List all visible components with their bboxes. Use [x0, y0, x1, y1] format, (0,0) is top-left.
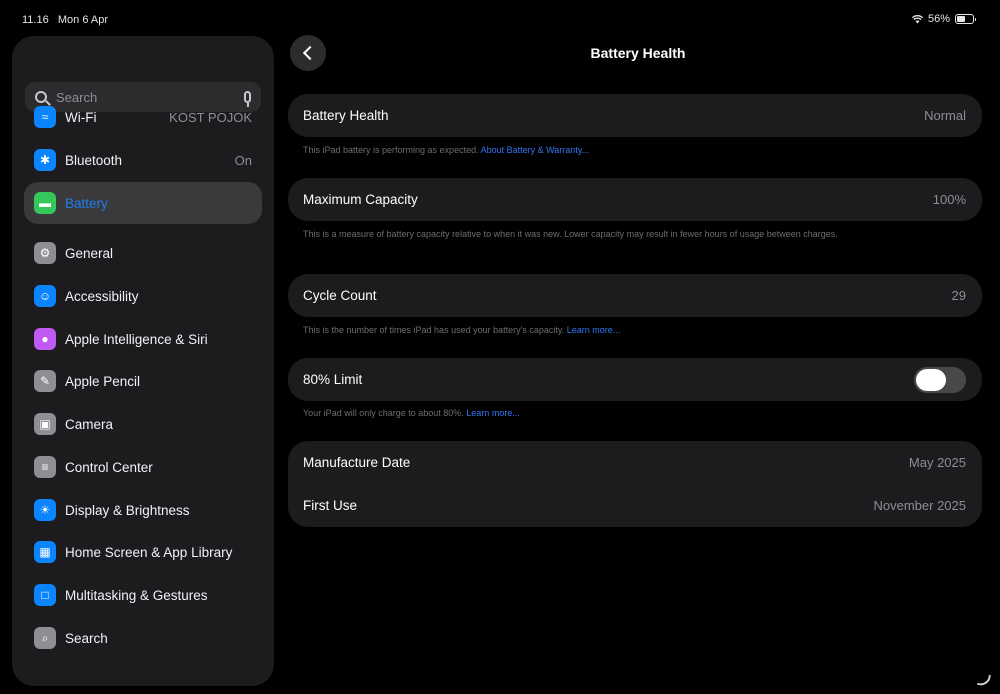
battery-health-value: Normal	[924, 108, 966, 123]
sidebar-item-display-brightness[interactable]: ☀ Display & Brightness	[24, 490, 262, 530]
limit-learn-more-link[interactable]: Learn more...	[466, 408, 520, 418]
max-capacity-value: 100%	[932, 192, 966, 207]
cycle-count-note: This is the number of times iPad has use…	[303, 324, 903, 336]
sidebar-item-label: Accessibility	[65, 288, 139, 304]
status-time: 11.16	[22, 14, 49, 26]
sidebar-item-battery[interactable]: ▬ Battery	[24, 182, 262, 224]
siri-icon: ●	[34, 328, 56, 350]
sidebar-item-apple-pencil[interactable]: ✎ Apple Pencil	[24, 361, 262, 401]
battery-health-note: This iPad battery is performing as expec…	[303, 144, 903, 156]
screen: 11.16 Mon 6 Apr 56% Search ≈ Wi-Fi KOST PO…	[0, 0, 1000, 694]
page-title: Battery Health	[590, 45, 686, 61]
cycle-count-row: Cycle Count 29	[288, 274, 982, 317]
battery-level-fill	[957, 16, 965, 22]
sidebar-item-label: Wi-Fi	[65, 109, 97, 125]
status-date: Mon 6 Apr	[57, 14, 109, 26]
dates-card: Manufacture Date May 2025 First Use Nove…	[288, 441, 982, 527]
limit-toggle[interactable]	[914, 366, 966, 393]
cycle-count-card: Cycle Count 29	[288, 274, 982, 317]
sidebar-item-label: Search	[65, 630, 108, 646]
battery-percent: 56%	[927, 13, 950, 25]
limit-note-text: Your iPad will only charge to about 80%.	[303, 408, 464, 418]
camera-icon: ▣	[34, 413, 56, 435]
brightness-icon: ☀	[34, 499, 56, 521]
status-time-date: 11.16 Mon 6 Apr	[22, 14, 108, 26]
sidebar-item-label: General	[65, 245, 114, 261]
limit-note: Your iPad will only charge to about 80%.…	[303, 407, 903, 419]
toggle-knob	[916, 368, 946, 391]
battery-health-card: Battery Health Normal	[288, 94, 982, 137]
battery-health-note-text: This iPad battery is performing as expec…	[303, 145, 479, 155]
max-capacity-card: Maximum Capacity 100%	[288, 178, 982, 221]
sidebar-item-wi-fi[interactable]: ≈ Wi-Fi KOST POJOK	[24, 97, 262, 137]
sidebar-item-search[interactable]: ⌕ Search	[24, 618, 262, 658]
chevron-left-icon	[302, 45, 318, 61]
limit-label: 80% Limit	[303, 372, 363, 387]
sidebar-item-bluetooth[interactable]: ✱ Bluetooth On	[24, 140, 262, 180]
status-bar: 11.16 Mon 6 Apr 56%	[0, 0, 1000, 40]
battery-health-label: Battery Health	[303, 108, 389, 123]
first-use-row: First Use November 2025	[288, 484, 982, 527]
sidebar-item-multitasking-gestures[interactable]: □ Multitasking & Gestures	[24, 575, 262, 615]
cycle-count-value: 29	[951, 288, 966, 303]
search-icon: ⌕	[34, 627, 56, 649]
sidebar-item-label: Multitasking & Gestures	[65, 587, 208, 603]
manufacture-date-label: Manufacture Date	[303, 455, 411, 470]
manufacture-date-value: May 2025	[908, 455, 966, 470]
multitasking-icon: □	[34, 584, 56, 606]
sidebar-item-general[interactable]: ⚙ General	[24, 233, 262, 273]
first-use-value: November 2025	[873, 498, 967, 513]
battery-status-icon	[955, 14, 976, 24]
wifi-status-icon	[911, 14, 924, 24]
first-use-label: First Use	[303, 498, 357, 513]
sidebar-item-camera[interactable]: ▣ Camera	[24, 404, 262, 444]
settings-sidebar: Search ≈ Wi-Fi KOST POJOK ✱ Bluetooth On ▬ Batt…	[12, 36, 274, 686]
sidebar-item-label: Apple Intelligence & Siri	[65, 331, 208, 347]
cycle-count-label: Cycle Count	[303, 288, 377, 303]
cycle-count-learn-more-link[interactable]: Learn more...	[567, 325, 621, 335]
battery-icon: ▬	[34, 192, 56, 214]
max-capacity-note: This is a measure of battery capacity re…	[303, 229, 838, 239]
accessibility-icon: ☺	[34, 285, 56, 307]
max-capacity-label: Maximum Capacity	[303, 192, 418, 207]
sidebar-item-label: Battery	[65, 195, 108, 211]
back-button[interactable]	[290, 35, 326, 71]
sidebar-item-label: Display & Brightness	[65, 502, 190, 518]
gear-icon: ⚙	[34, 242, 56, 264]
bluetooth-icon: ✱	[34, 149, 56, 171]
pencil-icon: ✎	[34, 370, 56, 392]
limit-row: 80% Limit	[288, 358, 982, 401]
sidebar-item-home-screen-app-library[interactable]: ▦ Home Screen & App Library	[24, 532, 262, 572]
sidebar-item-value: KOST POJOK	[169, 109, 252, 125]
resize-corner-icon	[977, 673, 991, 687]
sidebar-item-control-center[interactable]: ≡ Control Center	[24, 447, 262, 487]
battery-warranty-link[interactable]: About Battery & Warranty...	[481, 145, 590, 155]
status-indicators: 56%	[911, 13, 976, 25]
limit-card: 80% Limit	[288, 358, 982, 401]
manufacture-date-row: Manufacture Date May 2025	[288, 441, 982, 484]
cycle-count-note-text: This is the number of times iPad has use…	[303, 325, 565, 335]
home-screen-icon: ▦	[34, 541, 56, 563]
sidebar-item-label: Bluetooth	[65, 152, 123, 168]
sidebar-item-label: Control Center	[65, 459, 153, 475]
max-capacity-row: Maximum Capacity 100%	[288, 178, 982, 221]
control-center-icon: ≡	[34, 456, 56, 478]
sidebar-item-value: On	[234, 152, 252, 168]
sidebar-item-label: Camera	[65, 416, 114, 432]
sidebar-item-label: Apple Pencil	[65, 373, 141, 389]
sidebar-item-accessibility[interactable]: ☺ Accessibility	[24, 276, 262, 316]
sidebar-item-label: Home Screen & App Library	[65, 544, 233, 560]
sidebar-item-apple-intelligence-siri[interactable]: ● Apple Intelligence & Siri	[24, 319, 262, 359]
wifi-icon: ≈	[34, 106, 56, 128]
battery-health-row: Battery Health Normal	[288, 94, 982, 137]
